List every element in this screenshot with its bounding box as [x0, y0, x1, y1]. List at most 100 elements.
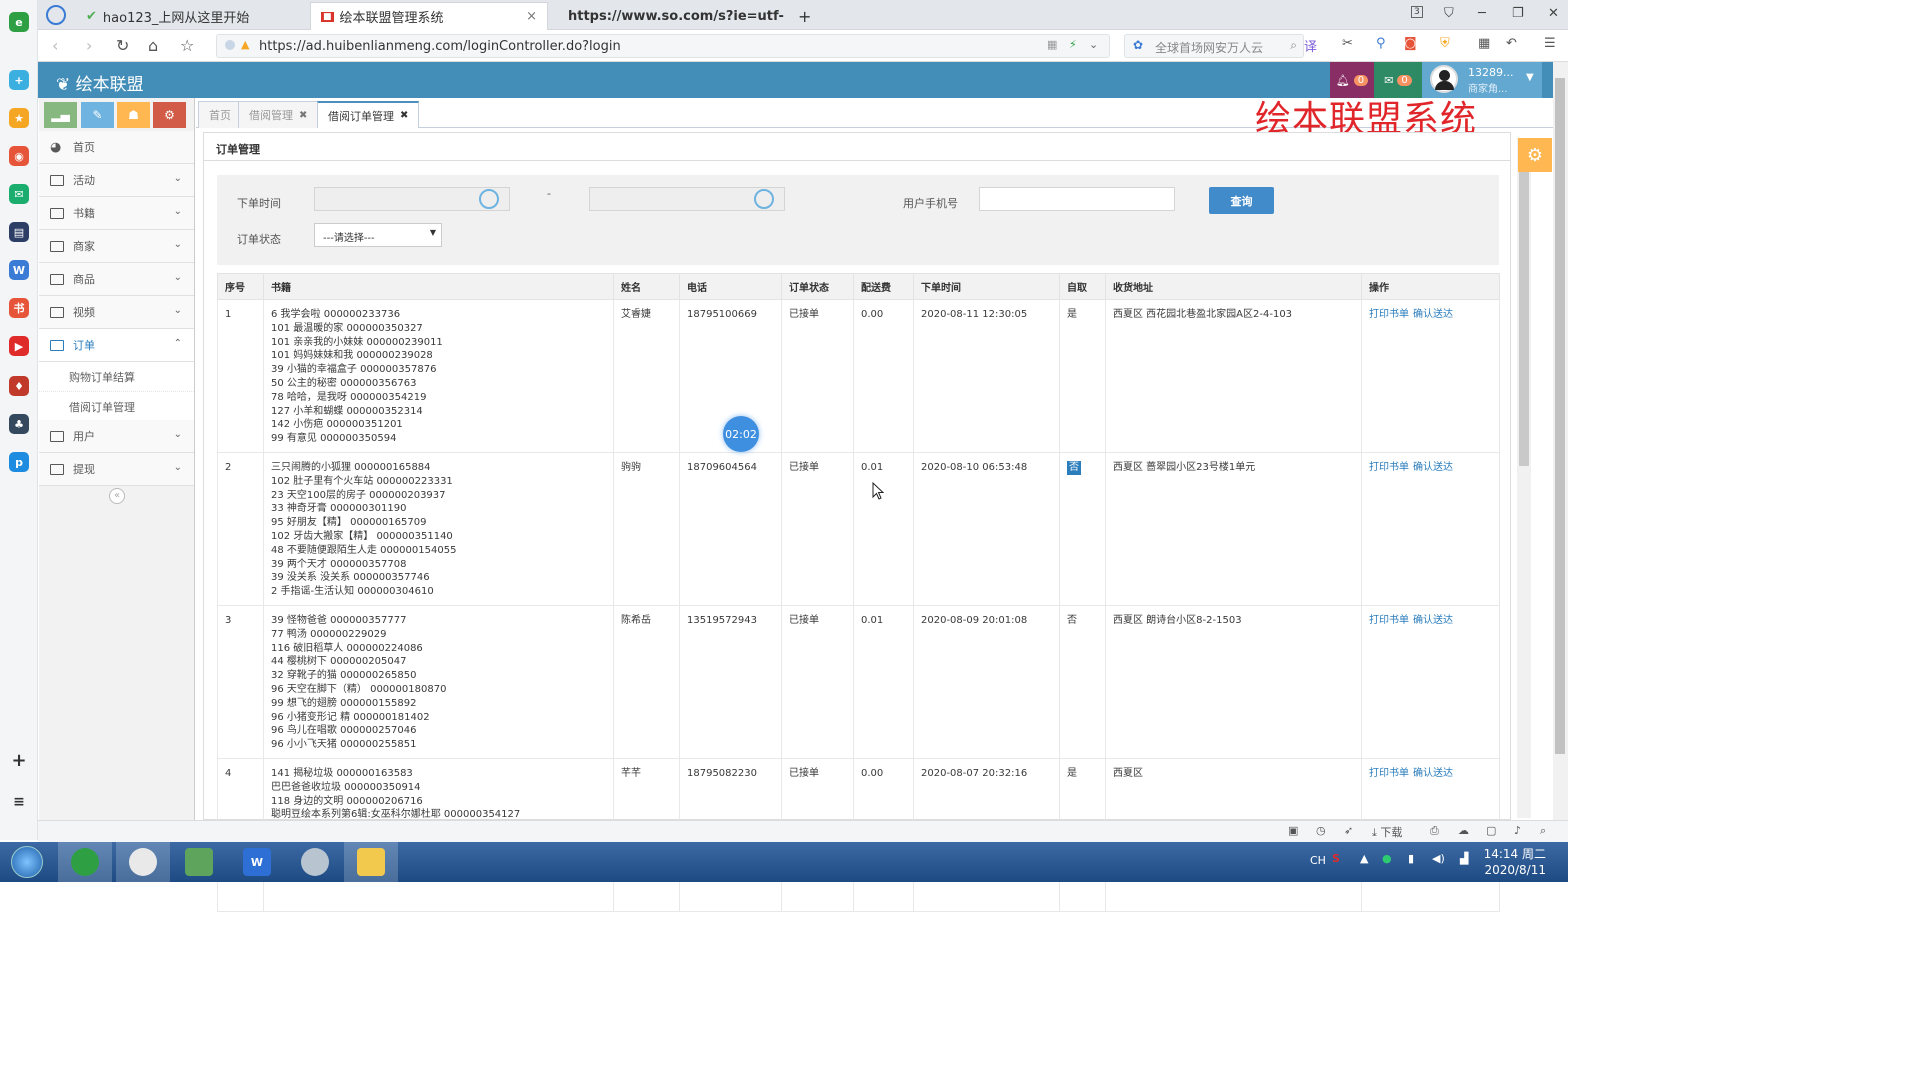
- skin-icon[interactable]: ⛉: [1444, 6, 1454, 21]
- apps-icon[interactable]: ▦: [1478, 36, 1490, 51]
- tab-borrow-management[interactable]: 借阅管理 ✖: [238, 101, 319, 128]
- game2-icon[interactable]: ♦: [9, 376, 29, 396]
- order-time-end-input[interactable]: [589, 187, 785, 211]
- taskbar-wechat[interactable]: [116, 842, 170, 882]
- search-icon[interactable]: ⌕: [1290, 38, 1297, 53]
- header-time[interactable]: 下单时间: [913, 273, 1060, 300]
- print-booklist-link[interactable]: 打印书单: [1369, 768, 1409, 779]
- back-icon[interactable]: ‹: [52, 36, 58, 55]
- confirm-delivery-link[interactable]: 确认送达: [1413, 462, 1453, 473]
- speaker-icon[interactable]: ◀): [1432, 852, 1445, 865]
- system-clock[interactable]: 14:14 周二 2020/8/11: [1484, 846, 1546, 878]
- taskbar-snip[interactable]: [288, 842, 342, 882]
- refresh-icon[interactable]: ↻: [116, 36, 129, 55]
- weibo-icon[interactable]: ◉: [9, 146, 29, 166]
- forward-icon[interactable]: ›: [86, 36, 92, 55]
- app-icon[interactable]: +: [9, 70, 29, 90]
- volume-icon[interactable]: ♪: [1514, 824, 1521, 837]
- home-icon[interactable]: ⌂: [148, 36, 158, 55]
- scrollbar-thumb[interactable]: [1555, 78, 1565, 754]
- translate-icon[interactable]: 译: [1304, 36, 1317, 55]
- taskbar-wps[interactable]: W: [230, 842, 284, 882]
- clock-icon[interactable]: [479, 189, 499, 209]
- group-shortcut-button[interactable]: ☗: [117, 102, 150, 128]
- tab-home[interactable]: 首页: [198, 101, 242, 128]
- user-phone-input[interactable]: [979, 187, 1175, 211]
- browser-logo-icon[interactable]: e: [9, 12, 29, 32]
- order-time-start-input[interactable]: [314, 187, 510, 211]
- game-icon[interactable]: ▶: [9, 336, 29, 356]
- chevron-down-icon[interactable]: ⌄: [1089, 38, 1098, 51]
- network-icon[interactable]: ▟: [1460, 852, 1468, 865]
- taskbar-tool[interactable]: [172, 842, 226, 882]
- taskbar-browser[interactable]: [58, 842, 112, 882]
- taskbar-explorer[interactable]: [344, 842, 398, 882]
- settings-gear-icon[interactable]: ⚙: [1518, 138, 1552, 172]
- confirm-delivery-link[interactable]: 确认送达: [1413, 768, 1453, 779]
- sidebar-item-books[interactable]: 书籍 ⌄: [39, 197, 194, 230]
- speed-icon[interactable]: ⚡: [1069, 38, 1077, 51]
- header-address[interactable]: 收货地址: [1105, 273, 1362, 300]
- menu-icon[interactable]: ≡: [9, 792, 29, 812]
- header-self-pickup[interactable]: 自取: [1059, 273, 1106, 300]
- minimize-icon[interactable]: ─: [1478, 6, 1486, 21]
- magnifier-icon[interactable]: ⚲: [1376, 36, 1386, 51]
- download-button[interactable]: ⤓ 下载: [1372, 824, 1402, 840]
- p-icon[interactable]: p: [9, 452, 29, 472]
- clock-icon[interactable]: [754, 189, 774, 209]
- header-status[interactable]: 订单状态: [781, 273, 854, 300]
- header-actions[interactable]: 操作: [1361, 273, 1500, 300]
- window-count[interactable]: 3: [1411, 6, 1423, 18]
- sogou-icon[interactable]: S: [1332, 852, 1340, 865]
- shield-icon[interactable]: ⛨: [1440, 36, 1450, 51]
- navigate-icon[interactable]: [46, 5, 66, 25]
- sidebar-item-merchants[interactable]: 商家 ⌄: [39, 230, 194, 263]
- sidebar-item-withdraw[interactable]: 提现 ⌄: [39, 453, 194, 486]
- window-icon[interactable]: ▢: [1486, 824, 1496, 837]
- print-booklist-link[interactable]: 打印书单: [1369, 615, 1409, 626]
- header-name[interactable]: 姓名: [613, 273, 680, 300]
- header-books[interactable]: 书籍: [263, 273, 614, 300]
- sidebar-item-activity[interactable]: 活动 ⌄: [39, 164, 194, 197]
- tray-device-icon[interactable]: ▮: [1408, 852, 1414, 865]
- start-button[interactable]: [0, 842, 54, 882]
- favorites-icon[interactable]: ★: [9, 108, 29, 128]
- sidebar-item-users[interactable]: 用户 ⌄: [39, 420, 194, 453]
- print-booklist-link[interactable]: 打印书单: [1369, 309, 1409, 320]
- star-icon[interactable]: ☆: [180, 36, 194, 55]
- browser-tab-admin[interactable]: ■ 绘本联盟管理系统 ×: [310, 2, 548, 30]
- header-phone[interactable]: 电话: [679, 273, 782, 300]
- sidebar-item-home[interactable]: ◕ 首页: [39, 131, 194, 164]
- print-icon[interactable]: ⎙: [1430, 824, 1439, 838]
- address-input[interactable]: ▲ https://ad.huibenlianmeng.com/loginCon…: [216, 34, 1110, 58]
- wechat-tray-icon[interactable]: ●: [1382, 852, 1392, 865]
- settings-shortcut-button[interactable]: ⚙: [153, 102, 186, 128]
- doc-icon[interactable]: W: [9, 260, 29, 280]
- order-status-select[interactable]: ---请选择--- ▼: [314, 223, 442, 247]
- new-tab-button[interactable]: +: [788, 2, 821, 30]
- header-no[interactable]: 序号: [217, 273, 264, 300]
- app-logo[interactable]: ❦ 绘本联盟: [56, 70, 144, 95]
- browser-tab-so[interactable]: https://www.so.com/s?ie=utf-: [558, 2, 784, 30]
- scrollbar-thumb[interactable]: [1519, 158, 1529, 466]
- confirm-delivery-link[interactable]: 确认送达: [1413, 309, 1453, 320]
- gamepad-icon[interactable]: ◙: [1404, 36, 1417, 51]
- image-icon[interactable]: ▣: [1288, 824, 1298, 837]
- history-icon[interactable]: ◷: [1316, 824, 1326, 837]
- zoom-icon[interactable]: ⌕: [1540, 824, 1546, 838]
- main-menu-icon[interactable]: ☰: [1544, 36, 1556, 51]
- stats-shortcut-button[interactable]: ▂▄: [44, 102, 77, 128]
- cloud-icon[interactable]: ☁: [1458, 824, 1469, 837]
- undo-icon[interactable]: ↶: [1506, 36, 1517, 51]
- search-input[interactable]: ✿ 全球首场网安万人云 ⌕: [1124, 34, 1304, 58]
- recording-timer[interactable]: 02:02: [723, 416, 759, 452]
- query-button[interactable]: 查询: [1209, 187, 1274, 214]
- browser-tab-hao123[interactable]: ✔ hao123_上网从这里开始: [76, 2, 308, 30]
- mail-icon[interactable]: ✉: [9, 184, 29, 204]
- close-icon[interactable]: ✖: [400, 110, 408, 121]
- news-icon[interactable]: ▤: [9, 222, 29, 242]
- page-scrollbar[interactable]: [1553, 62, 1568, 820]
- tab-borrow-orders[interactable]: 借阅订单管理 ✖: [317, 101, 420, 128]
- rocket-icon[interactable]: ➶: [1344, 824, 1353, 837]
- close-icon[interactable]: ✖: [299, 110, 307, 121]
